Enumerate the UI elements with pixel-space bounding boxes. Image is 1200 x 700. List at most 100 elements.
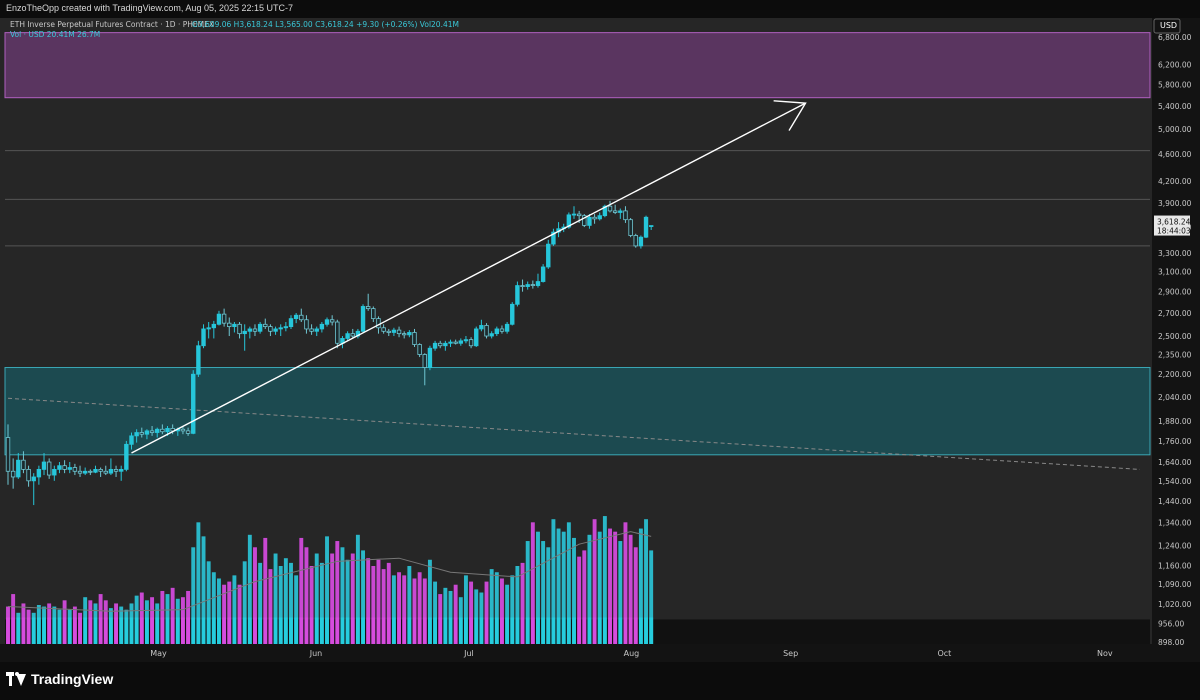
volume-bar-base — [484, 617, 489, 644]
plot-background — [0, 18, 1152, 644]
volume-bar-base — [602, 617, 607, 644]
candle-body — [72, 467, 78, 472]
candle-body — [592, 216, 597, 220]
candle-body — [144, 430, 150, 435]
candle — [582, 214, 587, 228]
volume-bar-base — [242, 617, 247, 644]
volume-bar-base — [376, 617, 381, 644]
volume-bar-base — [633, 617, 638, 644]
volume-bar-base — [474, 617, 479, 644]
candle-body — [535, 281, 541, 286]
candle — [633, 233, 638, 248]
volume-bar-base — [57, 617, 62, 644]
price-tick-label: 1,090.00 — [1158, 580, 1192, 589]
volume-bar-base — [551, 617, 556, 644]
time-tick-label: Jul — [463, 649, 474, 658]
price-tick-label: 1,760.00 — [1158, 437, 1192, 446]
candle-body — [36, 468, 42, 478]
candle-body — [540, 266, 546, 282]
attribution-text: EnzoTheOpp created with TradingView.com,… — [6, 3, 294, 13]
candle — [474, 326, 479, 347]
volume-bar-base — [515, 617, 520, 644]
volume-bar-base — [340, 617, 345, 644]
candle-body — [77, 470, 83, 474]
price-tick-label: 3,300.00 — [1158, 249, 1192, 258]
volume-bar-base — [556, 617, 561, 644]
price-tick-label: 1,880.00 — [1158, 417, 1192, 426]
price-tick-label: 956.00 — [1158, 619, 1184, 628]
candle-body — [268, 326, 273, 332]
volume-bar-base — [129, 617, 134, 644]
volume-bar-base — [494, 617, 499, 644]
candle-body — [479, 325, 484, 330]
candle-body — [155, 428, 160, 433]
candle-body — [232, 323, 237, 328]
candle-body — [31, 476, 36, 482]
candle — [515, 281, 520, 307]
volume-bar-base — [196, 617, 201, 644]
volume-bar-base — [371, 617, 376, 644]
candle-body — [438, 342, 443, 347]
candle-body — [401, 333, 407, 336]
candle-body — [329, 319, 335, 323]
footer-bar: TradingView — [0, 662, 1200, 700]
candle-body — [180, 428, 186, 432]
volume-bar-base — [299, 617, 304, 644]
candle-body — [237, 323, 242, 335]
volume-bar-base — [438, 617, 443, 644]
candle-body — [463, 339, 469, 342]
volume-bar-base — [103, 617, 108, 644]
volume-bar-base — [165, 617, 170, 644]
candle-body — [350, 333, 355, 337]
candle — [643, 215, 649, 239]
volume-bar-base — [304, 617, 309, 644]
candle-body — [448, 341, 453, 344]
candle-body — [633, 235, 638, 247]
candle-body — [227, 322, 232, 328]
candle-body — [16, 459, 21, 478]
price-tick-label: 5,400.00 — [1158, 102, 1192, 111]
price-chart[interactable]: ETH Inverse Perpetual Futures Contract ·… — [0, 18, 1200, 662]
volume-bar-base — [232, 617, 237, 644]
volume-bar-base — [47, 617, 52, 644]
candle-body — [314, 328, 319, 332]
volume-bar-base — [561, 617, 566, 644]
price-tick-label: 2,200.00 — [1158, 370, 1192, 379]
volume-bar-base — [366, 617, 371, 644]
volume-bar-base — [93, 617, 98, 644]
volume-bar-base — [479, 617, 484, 644]
time-axis-background — [0, 644, 1152, 662]
price-tick-label: 3,100.00 — [1158, 268, 1192, 277]
candle-body — [324, 319, 330, 325]
candle-body — [468, 339, 474, 347]
candle-body — [185, 430, 191, 434]
candle-body — [216, 313, 222, 325]
candle-body — [103, 470, 108, 474]
volume-bar-base — [278, 617, 283, 644]
candle-body — [82, 470, 88, 474]
candle-body — [432, 342, 438, 349]
tradingview-logo[interactable]: TradingView — [6, 671, 113, 687]
volume-bar-base — [263, 617, 268, 644]
volume-bar-base — [448, 617, 453, 644]
candle-body — [263, 323, 268, 328]
candle — [427, 345, 433, 371]
volume-bar-base — [500, 617, 504, 644]
candle-body — [576, 213, 582, 217]
volume-bar-base — [42, 617, 46, 644]
candle-body — [453, 341, 458, 344]
time-tick-label: Aug — [624, 649, 640, 658]
candle-body — [98, 468, 103, 472]
candle-body — [304, 319, 309, 330]
candle-body — [648, 225, 654, 227]
candle-body — [458, 340, 464, 344]
candle-body — [628, 219, 633, 236]
volume-bar-base — [422, 617, 427, 644]
candle-body — [386, 330, 391, 333]
candle-body — [484, 325, 489, 337]
candle-body — [530, 284, 536, 286]
price-tick-label: 1,440.00 — [1158, 497, 1192, 506]
volume-bar-base — [211, 617, 216, 644]
candle-body — [396, 329, 402, 335]
volume-bar-base — [119, 617, 124, 644]
